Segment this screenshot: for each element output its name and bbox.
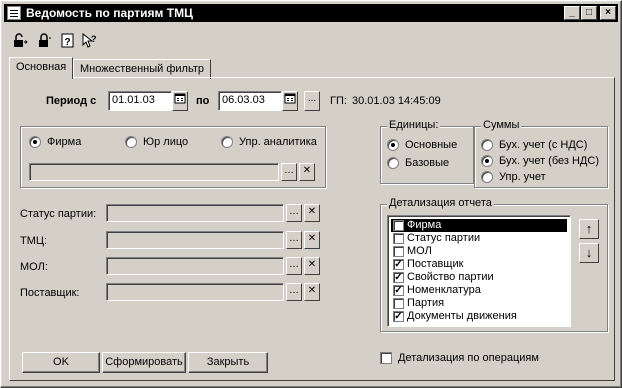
maximize-button[interactable]: □ [581,6,597,20]
entity-select-button[interactable]: … [281,163,297,181]
filter-tmc-select-button[interactable]: … [286,231,302,249]
sums-title: Суммы [481,119,522,131]
calendar-to-icon[interactable] [282,91,298,111]
detail-item-checkbox[interactable] [393,233,404,244]
gp-label: ГП: [330,95,347,107]
filter-mol-select-button[interactable]: … [286,257,302,275]
report-app-icon [7,6,21,20]
filter-tmc-label: ТМЦ: [20,235,48,247]
detail-group: Детализация отчета Фирма Статус партии М… [380,197,608,332]
ok-button[interactable]: OK [22,352,100,373]
radio-sums-mgmt[interactable] [481,171,493,183]
detail-listbox[interactable]: Фирма Статус партии МОЛ ✓ Поставщик ✓ Свой… [387,215,571,327]
move-down-icon[interactable]: ↓ [579,243,599,263]
detail-item-batch[interactable]: Партия [391,297,567,310]
period-from-label: Период с [46,95,97,107]
period-from-input[interactable]: 01.01.03 [108,91,172,111]
lock-icon[interactable] [35,33,53,51]
radio-mgmt-analytics[interactable] [221,136,233,148]
sums-group: Суммы Бух. учет (с НДС) Бух. учет (без Н… [474,119,608,188]
detail-title: Детализация отчета [387,197,494,209]
detail-by-ops-label: Детализация по операциям [398,352,539,364]
entity-group: Фирма Юр лицо Упр. аналитика … ✕ [20,126,326,188]
period-to-input[interactable]: 06.03.03 [218,91,282,111]
filter-status-field[interactable] [106,204,284,222]
help-icon[interactable]: ? [59,33,77,51]
entity-clear-icon[interactable]: ✕ [299,163,315,181]
tab-main[interactable]: Основная [9,57,74,79]
filter-tmc-clear-icon[interactable]: ✕ [304,231,320,249]
gp-value: 30.01.03 14:45:09 [352,95,441,107]
detail-item-checkbox[interactable]: ✓ [393,311,404,322]
filter-mol-clear-icon[interactable]: ✕ [304,257,320,275]
radio-units-main-label: Основные [405,139,458,151]
title-bar[interactable]: Ведомость по партиям ТМЦ _ □ × [4,4,618,22]
calendar-from-icon[interactable] [172,91,188,111]
radio-legal-entity[interactable] [125,136,137,148]
detail-item-checkbox[interactable] [393,246,404,257]
period-more-button[interactable]: ... [304,91,320,111]
filter-supplier-select-button[interactable]: … [286,283,302,301]
units-group: Единицы: Основные Базовые [380,119,474,184]
filter-supplier-field[interactable] [106,283,284,301]
filter-status-select-button[interactable]: … [286,204,302,222]
period-to-label: по [196,95,210,107]
detail-item-batch-property[interactable]: ✓ Свойство партии [391,271,567,284]
filter-status-label: Статус партии: [20,208,97,220]
svg-text:?: ? [91,34,97,44]
detail-item-firma[interactable]: Фирма [391,219,567,232]
radio-units-base[interactable] [387,157,399,169]
radio-sums-acc-novat[interactable] [481,155,493,167]
detail-item-movement-docs[interactable]: ✓ Документы движения [391,310,567,323]
filter-mol-field[interactable] [106,257,284,275]
detail-item-status[interactable]: Статус партии [391,232,567,245]
toolbar: ? ? [11,32,131,51]
radio-sums-acc-vat-label: Бух. учет (с НДС) [499,139,588,151]
radio-units-main[interactable] [387,139,399,151]
radio-sums-acc-novat-label: Бух. учет (без НДС) [499,155,599,167]
radio-units-base-label: Базовые [405,157,450,169]
close-window-button[interactable]: × [600,6,616,20]
filter-supplier-label: Поставщик: [20,287,80,299]
detail-item-checkbox[interactable]: ✓ [393,285,404,296]
close-button[interactable]: Закрыть [188,352,268,373]
detail-item-checkbox[interactable] [393,298,404,309]
detail-item-checkbox[interactable]: ✓ [393,259,404,270]
detail-item-mol[interactable]: МОЛ [391,245,567,258]
tab-multi-filter[interactable]: Множественный фильтр [73,59,211,79]
detail-item-supplier[interactable]: ✓ Поставщик [391,258,567,271]
lock-open-icon[interactable] [11,33,29,51]
minimize-button[interactable]: _ [564,6,580,20]
detail-by-ops-checkbox[interactable] [380,352,392,364]
radio-legal-entity-label: Юр лицо [143,136,189,148]
move-up-icon[interactable]: ↑ [579,219,599,239]
radio-mgmt-analytics-label: Упр. аналитика [239,136,317,148]
detail-item-checkbox[interactable] [393,220,404,231]
filter-tmc-field[interactable] [106,231,284,249]
filter-status-clear-icon[interactable]: ✕ [304,204,320,222]
window-title: Ведомость по партиям ТМЦ [26,6,193,20]
units-title: Единицы: [387,119,441,131]
report-window: Ведомость по партиям ТМЦ _ □ × ? ? Основ… [0,0,622,388]
generate-button[interactable]: Сформировать [102,352,186,373]
radio-firma[interactable] [29,136,41,148]
tab-panel-main: Период с 01.01.03 по 06.03.03 ... ГП: 30… [9,77,615,381]
radio-sums-acc-vat[interactable] [481,139,493,151]
detail-item-nomenclature[interactable]: ✓ Номенклатура [391,284,567,297]
radio-sums-mgmt-label: Упр. учет [499,171,546,183]
detail-item-checkbox[interactable]: ✓ [393,272,404,283]
whats-this-icon[interactable]: ? [81,32,99,51]
svg-text:?: ? [65,37,71,48]
filter-supplier-clear-icon[interactable]: ✕ [304,283,320,301]
radio-firma-label: Фирма [47,136,82,148]
entity-value-field[interactable] [29,163,279,181]
filter-mol-label: МОЛ: [20,261,48,273]
